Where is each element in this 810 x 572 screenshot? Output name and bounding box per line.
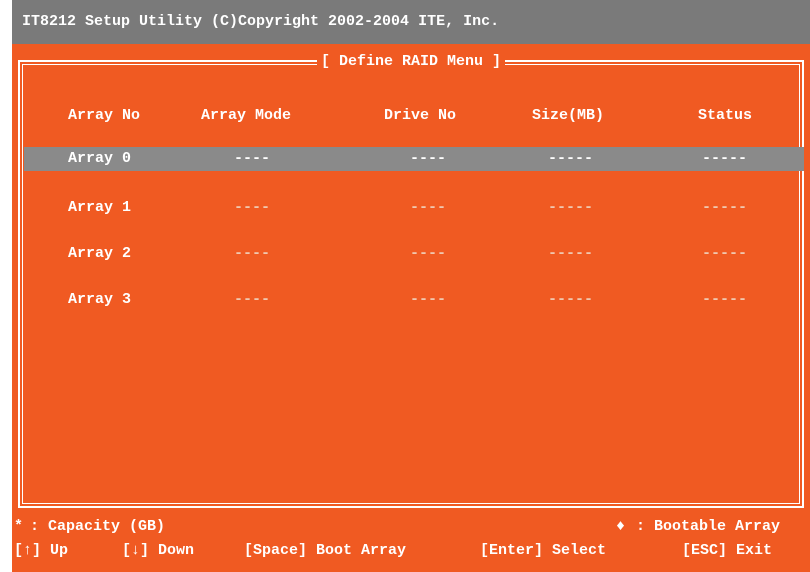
- legend-bar: * : Capacity (GB) ♦ : Bootable Array: [12, 516, 810, 538]
- array-no-cell: Array 3: [68, 291, 132, 308]
- array-no-cell: Array 0: [68, 150, 132, 167]
- bootable-legend: : Bootable Array: [636, 518, 781, 535]
- column-header-status: Status: [698, 107, 753, 124]
- array-mode-cell: ----: [234, 150, 271, 167]
- key-up: [↑] Up: [14, 542, 69, 559]
- size-cell: -----: [548, 150, 594, 167]
- status-cell: -----: [702, 291, 748, 308]
- drive-no-cell: ----: [410, 150, 447, 167]
- key-down: [↓] Down: [122, 542, 195, 559]
- drive-no-cell: ----: [410, 199, 447, 216]
- array-mode-cell: ----: [234, 245, 271, 262]
- size-cell: -----: [548, 291, 594, 308]
- capacity-legend: : Capacity (GB): [30, 518, 166, 535]
- menu-frame-inner: [22, 64, 800, 504]
- size-cell: -----: [548, 199, 594, 216]
- array-no-cell: Array 2: [68, 245, 132, 262]
- status-cell: -----: [702, 245, 748, 262]
- column-header-array-mode: Array Mode: [201, 107, 292, 124]
- array-no-cell: Array 1: [68, 199, 132, 216]
- column-header-size: Size(MB): [532, 107, 605, 124]
- size-cell: -----: [548, 245, 594, 262]
- drive-no-cell: ----: [410, 245, 447, 262]
- title-bar: IT8212 Setup Utility (C)Copyright 2002-2…: [12, 0, 810, 44]
- array-mode-cell: ----: [234, 291, 271, 308]
- key-space-boot-array: [Space] Boot Array: [244, 542, 407, 559]
- key-esc-exit: [ESC] Exit: [682, 542, 773, 559]
- table-row-selected[interactable]: Array 0 ---- ---- ----- -----: [24, 147, 804, 171]
- status-cell: -----: [702, 150, 748, 167]
- bootable-diamond-icon: ♦: [616, 518, 626, 535]
- capacity-symbol: *: [14, 518, 24, 535]
- key-enter-select: [Enter] Select: [480, 542, 607, 559]
- column-header-drive-no: Drive No: [384, 107, 457, 124]
- drive-no-cell: ----: [410, 291, 447, 308]
- column-header-array-no: Array No: [68, 107, 141, 124]
- menu-title-text: [ Define RAID Menu ]: [316, 53, 506, 70]
- key-help-bar: [↑] Up [↓] Down [Space] Boot Array [Ente…: [12, 540, 810, 562]
- array-mode-cell: ----: [234, 199, 271, 216]
- menu-title: [ Define RAID Menu ]: [12, 52, 810, 72]
- bios-screen: IT8212 Setup Utility (C)Copyright 2002-2…: [12, 0, 810, 572]
- status-cell: -----: [702, 199, 748, 216]
